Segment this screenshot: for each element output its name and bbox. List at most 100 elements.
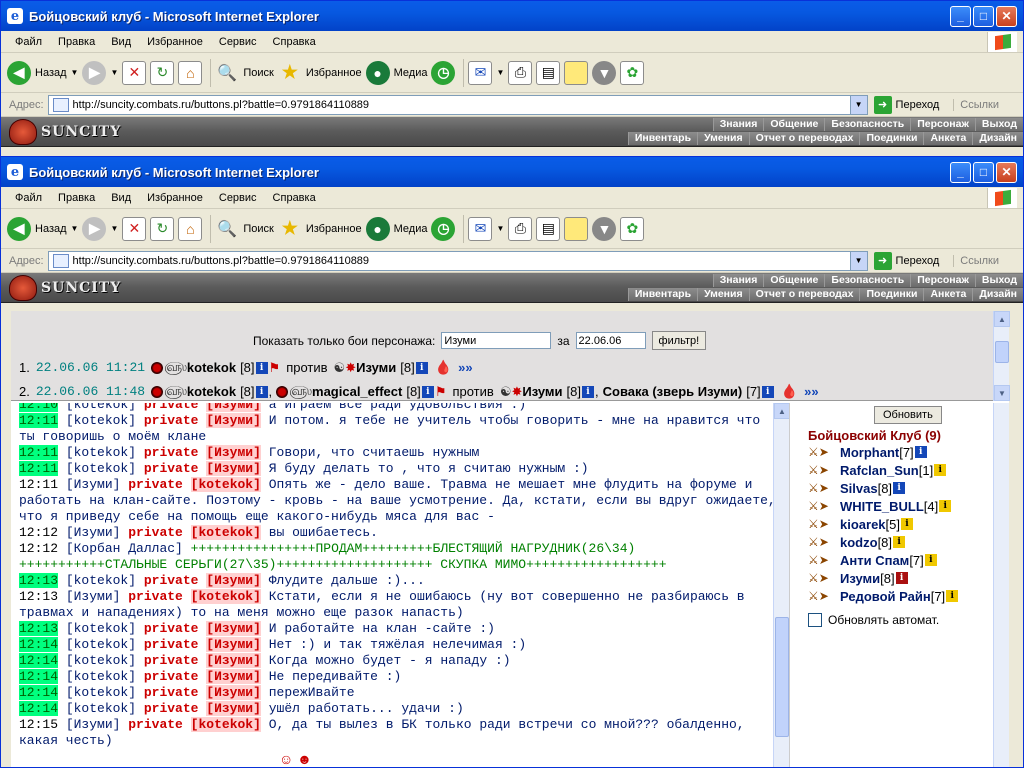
info-icon[interactable]: i [946, 590, 959, 602]
go-button[interactable]: ➜ Переход [873, 251, 939, 270]
menu-edit[interactable]: Правка [50, 36, 103, 48]
address-dropdown[interactable]: ▼ [849, 95, 867, 114]
message-author[interactable]: Изуми [74, 477, 113, 492]
right-scrollbar[interactable] [993, 403, 1009, 767]
refresh-users-button[interactable]: Обновить [874, 406, 942, 424]
message-recipient[interactable]: Изуми [214, 413, 253, 428]
message-recipient[interactable]: kotekok [198, 717, 253, 732]
nav-skills[interactable]: Умения [697, 132, 749, 145]
info-icon[interactable]: i [255, 385, 268, 398]
info-icon[interactable]: i [934, 464, 947, 476]
minimize-button[interactable]: _ [950, 5, 971, 27]
mail-button[interactable]: ✉ ▼ [468, 213, 504, 245]
history-button[interactable]: ◷ [431, 57, 456, 89]
user-name[interactable]: Редовой Райн [840, 589, 931, 604]
user-name[interactable]: Morphant [840, 445, 899, 460]
message-author[interactable]: kotekok [74, 403, 129, 412]
menu-help[interactable]: Справка [265, 36, 324, 48]
address-dropdown[interactable]: ▼ [849, 251, 867, 270]
info-icon[interactable]: i [421, 385, 434, 398]
nav-exit[interactable]: Выход [974, 274, 1023, 287]
menu-file[interactable]: Файл [7, 36, 50, 48]
info-icon[interactable]: i [901, 518, 914, 530]
message-recipient[interactable]: kotekok [198, 477, 253, 492]
address-input[interactable]: http://suncity.combats.ru/buttons.pl?bat… [47, 250, 868, 271]
mail-button[interactable]: ✉ ▼ [468, 57, 504, 89]
links-button[interactable]: Ссылки [953, 98, 999, 111]
info-icon[interactable]: i [914, 446, 927, 458]
message-author[interactable]: kotekok [74, 445, 129, 460]
menu-favorites[interactable]: Избранное [139, 192, 211, 204]
private-message-icon[interactable]: ⚔➤ [808, 517, 830, 531]
fighter-name[interactable]: magical_effect [312, 384, 402, 399]
message-author[interactable]: Изуми [74, 717, 113, 732]
icq-button[interactable]: ✿ [620, 213, 645, 245]
message-recipient[interactable]: kotekok [198, 589, 253, 604]
refresh-button[interactable]: ↻ [150, 213, 175, 245]
nav-fights[interactable]: Поединки [859, 288, 924, 301]
refresh-button[interactable]: ↻ [150, 57, 175, 89]
message-author[interactable]: kotekok [74, 461, 129, 476]
info-icon[interactable]: i [255, 361, 268, 374]
auto-refresh-checkbox[interactable]: Обновлять автомат. [808, 613, 994, 627]
address-input[interactable]: http://suncity.combats.ru/buttons.pl?bat… [47, 94, 868, 115]
search-button[interactable]: 🔍 Поиск [215, 213, 273, 245]
message-recipient[interactable]: Изуми [214, 653, 253, 668]
minimize-button[interactable]: _ [950, 161, 971, 183]
user-name[interactable]: Silvas [840, 481, 878, 496]
info-icon[interactable]: i [939, 500, 952, 512]
private-message-icon[interactable]: ⚔➤ [808, 481, 830, 495]
close-button[interactable]: ✕ [996, 5, 1017, 27]
print-button[interactable]: ⎙ [508, 213, 533, 245]
message-author[interactable]: kotekok [74, 413, 129, 428]
message-recipient[interactable]: Изуми [214, 669, 253, 684]
message-author[interactable]: kotekok [74, 621, 129, 636]
message-author[interactable]: Изуми [74, 525, 113, 540]
info-icon[interactable]: i [924, 554, 937, 566]
nav-knowledge[interactable]: Знания [712, 274, 764, 287]
private-message-icon[interactable]: ⚔➤ [808, 463, 830, 477]
private-message-icon[interactable]: ⚔➤ [808, 499, 830, 513]
message-author[interactable]: kotekok [74, 653, 129, 668]
nav-character[interactable]: Персонаж [910, 274, 975, 287]
message-recipient[interactable]: Изуми [214, 403, 253, 412]
message-recipient[interactable]: Изуми [214, 637, 253, 652]
user-name[interactable]: Изуми [840, 571, 880, 586]
media-button[interactable]: ● Медиа [365, 57, 427, 89]
info-icon[interactable]: i [761, 385, 774, 398]
nav-exit[interactable]: Выход [974, 118, 1023, 131]
private-message-icon[interactable]: ⚔➤ [808, 553, 830, 567]
nav-transfers[interactable]: Отчет о переводах [748, 132, 860, 145]
home-button[interactable]: ⌂ [178, 57, 203, 89]
fighter-name[interactable]: Совака (зверь Изуми) [603, 384, 743, 399]
message-recipient[interactable]: Изуми [214, 621, 253, 636]
user-name[interactable]: WHITE_BULL [840, 499, 924, 514]
nav-design[interactable]: Дизайн [972, 132, 1023, 145]
menu-edit[interactable]: Правка [50, 192, 103, 204]
message-author[interactable]: Изуми [74, 589, 113, 604]
message-author[interactable]: kotekok [74, 573, 129, 588]
filter-button[interactable]: фильтр! [651, 331, 707, 350]
favorites-button[interactable]: ★ Избранное [278, 57, 362, 89]
menu-help[interactable]: Справка [265, 192, 324, 204]
maximize-button[interactable]: □ [973, 161, 994, 183]
favorites-button[interactable]: ★ Избранное [278, 213, 362, 245]
chat-scrollbar[interactable]: ▲ [773, 403, 790, 767]
battle-log-link[interactable]: »» [458, 360, 472, 375]
nav-design[interactable]: Дизайн [972, 288, 1023, 301]
message-recipient[interactable]: Изуми [214, 445, 253, 460]
search-button[interactable]: 🔍 Поиск [215, 57, 273, 89]
message-author[interactable]: Корбан Даллас [74, 541, 175, 556]
nav-inventory[interactable]: Инвентарь [627, 288, 698, 301]
fighter-name[interactable]: Изуми [522, 384, 562, 399]
discuss-button[interactable] [564, 213, 589, 245]
messenger-button[interactable]: ▼ [592, 57, 617, 89]
user-name[interactable]: Rafclan_Sun [840, 463, 919, 478]
nav-transfers[interactable]: Отчет о переводах [748, 288, 860, 301]
private-message-icon[interactable]: ⚔➤ [808, 571, 830, 585]
nav-fights[interactable]: Поединки [859, 132, 924, 145]
nav-profile[interactable]: Анкета [923, 288, 973, 301]
private-message-icon[interactable]: ⚔➤ [808, 535, 830, 549]
fighter-name[interactable]: kotekok [187, 360, 236, 375]
nav-profile[interactable]: Анкета [923, 132, 973, 145]
